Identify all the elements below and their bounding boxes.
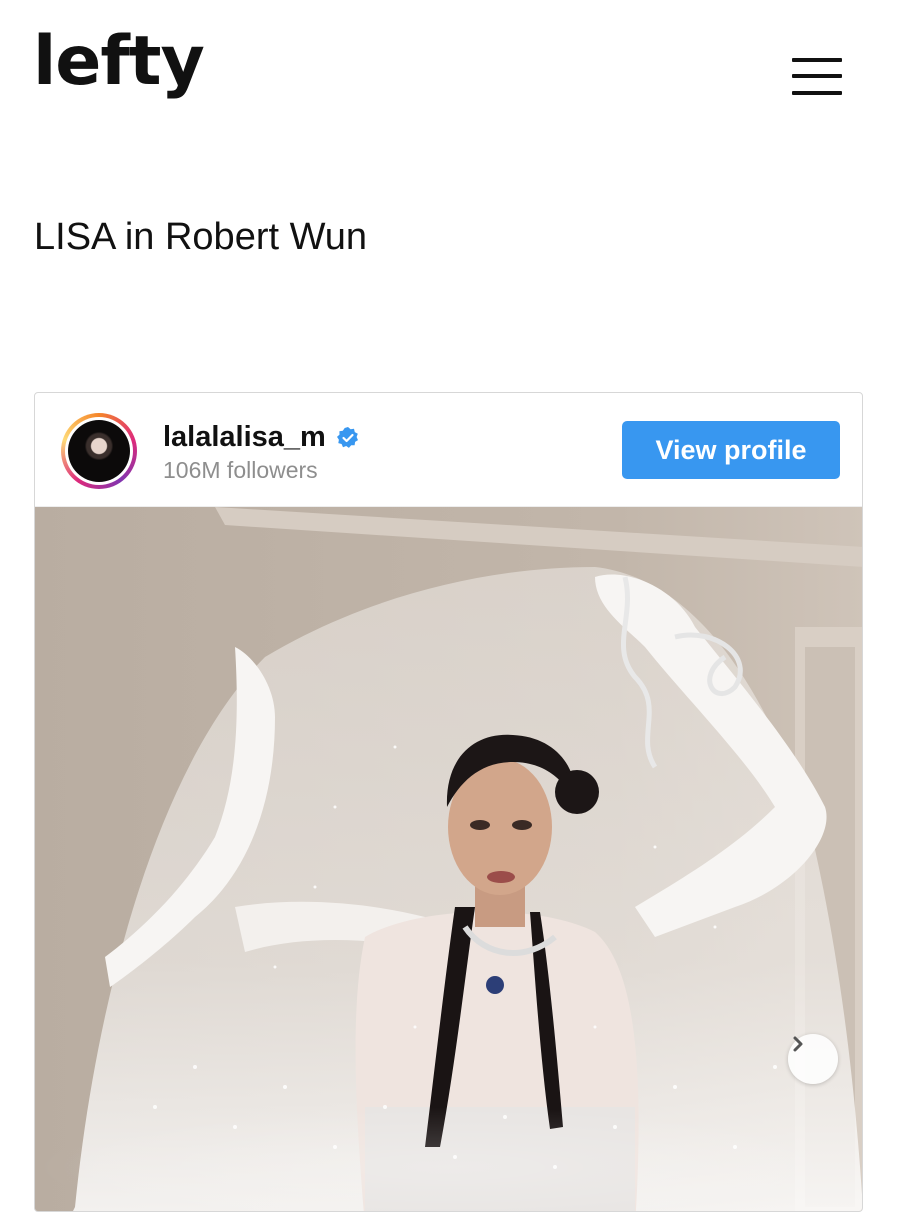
avatar-frame — [65, 417, 133, 485]
view-profile-button[interactable]: View profile — [622, 421, 840, 479]
followers-count: 106M followers — [163, 457, 318, 483]
menu-line — [792, 91, 842, 95]
username[interactable]: lalalalisa_m — [163, 421, 326, 454]
menu-line — [792, 74, 842, 78]
site-logo[interactable]: lefty — [33, 28, 205, 96]
next-slide-button[interactable] — [788, 1034, 838, 1084]
username-row: lalalalisa_m — [163, 421, 360, 454]
hamburger-menu-icon[interactable] — [790, 56, 844, 100]
avatar-image — [68, 420, 130, 482]
post-photo[interactable] — [35, 507, 862, 1211]
site-header: lefty — [0, 0, 901, 150]
embed-header: lalalalisa_m 106M followers View profile — [35, 393, 862, 507]
verified-badge-icon — [336, 426, 360, 450]
post-photo-illustration — [35, 507, 862, 1211]
instagram-embed: lalalalisa_m 106M followers View profile — [34, 392, 863, 1212]
article-title: LISA in Robert Wun — [34, 216, 368, 258]
avatar[interactable] — [61, 413, 137, 489]
menu-line — [792, 58, 842, 62]
